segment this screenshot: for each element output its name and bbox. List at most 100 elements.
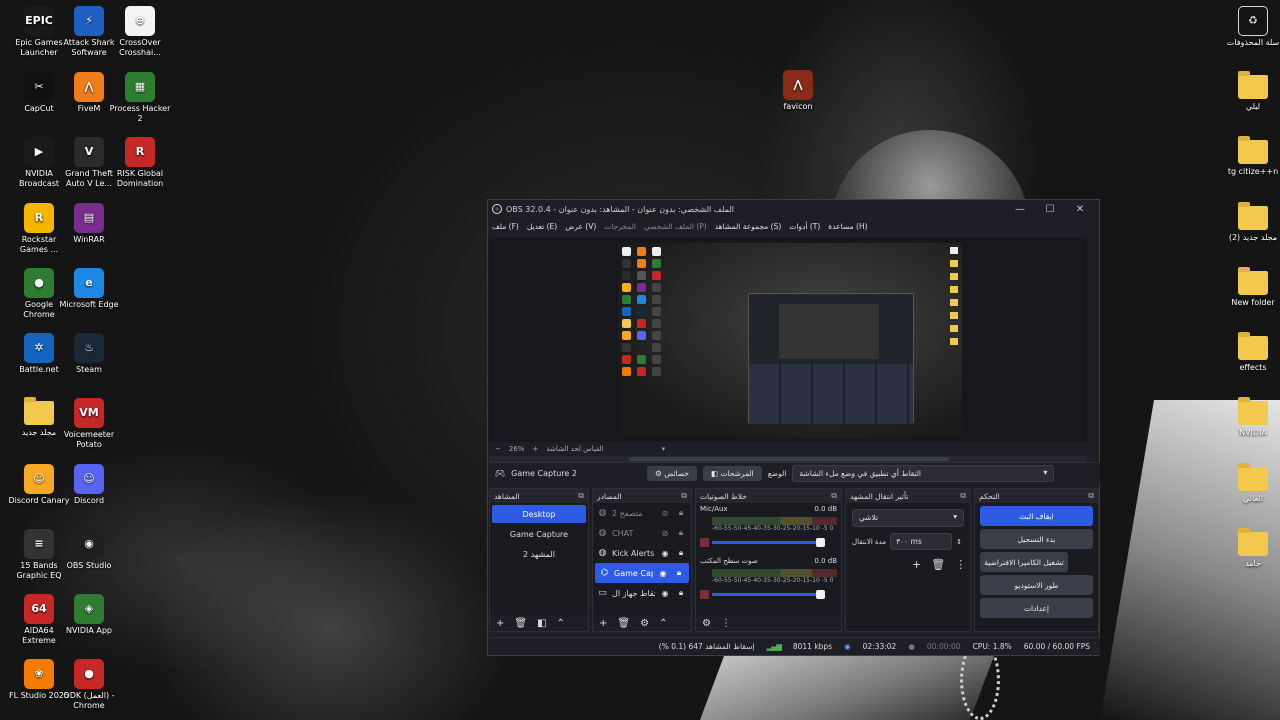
source-item[interactable]: ◍ متصفح 2 ⊘ 🔒︎	[593, 503, 691, 523]
zoom-dropdown-icon[interactable]: ▾	[662, 445, 666, 453]
desktop-icon[interactable]: ☺ Discord	[58, 464, 120, 506]
remove-source-button[interactable]: 🗑︎	[617, 618, 630, 629]
desktop-icon[interactable]: ▦ Process Hacker 2	[109, 72, 171, 124]
duration-stepper[interactable]: ⇕	[956, 538, 962, 546]
source-item[interactable]: ▭ التقاط جهاز ال ◉ 🔒︎	[593, 583, 691, 603]
duration-input[interactable]: ٣٠٠ ms	[890, 533, 953, 550]
eye-off-icon[interactable]: ⊘	[659, 529, 671, 538]
add-scene-button[interactable]: +	[496, 618, 504, 629]
lock-icon[interactable]: 🔒︎	[675, 588, 687, 598]
control-button[interactable]: إعدادات	[980, 598, 1093, 618]
mute-toggle[interactable]	[700, 589, 709, 599]
desktop-icon[interactable]: e Microsoft Edge	[58, 268, 120, 310]
desktop-icon-favicon[interactable]: ⋀ favicon	[767, 70, 829, 112]
menu-item[interactable]: تعديل (E)	[527, 222, 557, 231]
gamepad-icon: ⌬	[600, 568, 609, 578]
lock-icon[interactable]: 🔒︎	[675, 528, 687, 538]
menu-item[interactable]: الملف الشخصي (P)	[644, 222, 707, 231]
mixer-more-button[interactable]: ⋮	[721, 618, 731, 629]
dock-menu-icon[interactable]: ⧉	[578, 491, 584, 501]
mode-select[interactable]: التقاط أي تطبيق في وضع ملء الشاشة	[792, 465, 1055, 482]
desktop-icon-label: سلة المحذوفات	[1226, 38, 1280, 47]
desktop-icon[interactable]: ◈ NVIDIA App	[58, 594, 120, 636]
source-item[interactable]: ◍ CHAT ⊘ 🔒︎	[593, 523, 691, 543]
advanced-audio-button[interactable]: ⚙	[702, 618, 711, 629]
recycle-bin-icon: ♻	[1238, 6, 1268, 36]
eye-icon[interactable]: ◉	[657, 569, 669, 578]
desktop-icon[interactable]: جامد	[1222, 528, 1280, 569]
eye-icon[interactable]: ◉	[659, 589, 671, 598]
desktop-icon[interactable]: ▤ WinRAR	[58, 203, 120, 245]
desktop-icon[interactable]: R RISK Global Domination	[109, 137, 171, 189]
desktop-icon[interactable]: (2) مجلد جديد	[1222, 202, 1280, 243]
volume-slider[interactable]	[712, 589, 825, 599]
add-transition-button[interactable]: +	[912, 558, 921, 571]
zoom-fit-label[interactable]: القياس لحد الشاشة	[546, 445, 603, 453]
source-item[interactable]: ◍ Kick Alerts ◉ 🔒︎	[593, 543, 691, 563]
folder-icon	[1238, 397, 1268, 425]
preview-canvas[interactable]	[489, 237, 1087, 442]
properties-button[interactable]: ⚙ خصائص	[647, 466, 697, 481]
control-button[interactable]: طور الاستوديو	[980, 575, 1093, 595]
menu-item[interactable]: المخرجات	[604, 222, 636, 231]
preview-vertical-scrollbar[interactable]	[1089, 237, 1099, 457]
desktop-icon[interactable]: ♻ سلة المحذوفات	[1222, 6, 1280, 48]
control-button[interactable]: بدء التسجيل	[980, 529, 1093, 549]
lock-icon[interactable]: 🔒︎	[673, 568, 685, 578]
mute-toggle[interactable]	[700, 537, 709, 547]
transition-more-button[interactable]: ⋮	[955, 558, 966, 571]
desktop-icon[interactable]: effects	[1222, 332, 1280, 373]
desktop-icon[interactable]: ⊕ CrossOver Crosshai...	[109, 6, 171, 58]
desktop-icon[interactable]: tg citize++n	[1222, 136, 1280, 177]
zoom-in-button[interactable]: +	[532, 445, 538, 453]
desktop-icon[interactable]: ليلي	[1222, 71, 1280, 112]
desktop-icon-label: effects	[1239, 363, 1267, 372]
dock-menu-icon[interactable]: ⧉	[960, 491, 966, 501]
remove-scene-button[interactable]: 🗑︎	[514, 618, 527, 629]
add-source-button[interactable]: +	[599, 618, 607, 629]
source-name: Game Cap	[614, 568, 653, 578]
maximize-button[interactable]: ☐	[1035, 204, 1065, 215]
scene-item[interactable]: المشهد 2	[492, 545, 586, 563]
desktop-icon[interactable]: VM Voicemeeter Potato	[58, 398, 120, 450]
scene-filters-button[interactable]: ◧	[537, 618, 546, 629]
battlenet-icon: ✲	[24, 333, 54, 363]
move-up-button[interactable]: ⌃	[557, 618, 565, 629]
desktop-icon[interactable]: ◉ OBS Studio	[58, 529, 120, 571]
dock-menu-icon[interactable]: ⧉	[681, 491, 687, 501]
source-properties-button[interactable]: ⚙	[640, 618, 649, 629]
control-button[interactable]: ايقاف البث	[980, 506, 1093, 526]
menu-item[interactable]: ملف (F)	[492, 222, 519, 231]
source-name: CHAT	[612, 528, 634, 538]
scene-item[interactable]: Game Capture	[492, 525, 586, 543]
preview-desktop-icons	[622, 247, 664, 376]
move-up-button[interactable]: ⌃	[659, 618, 667, 629]
menu-item[interactable]: مجموعة المشاهد (S)	[715, 222, 782, 231]
signal-icon: ▂▄▆	[766, 642, 782, 651]
transition-select[interactable]: تلاشي	[852, 509, 964, 527]
eye-off-icon[interactable]: ⊘	[659, 509, 671, 518]
menu-item[interactable]: عرض (V)	[565, 222, 596, 231]
close-button[interactable]: ✕	[1065, 204, 1095, 215]
desktop-icon[interactable]: New folder	[1222, 267, 1280, 308]
zoom-out-button[interactable]: −	[495, 445, 501, 453]
desktop-icon[interactable]: ● ODK (العمل) - Chrome	[58, 659, 120, 711]
menu-item[interactable]: أدوات (T)	[789, 222, 820, 231]
scene-item[interactable]: Desktop	[492, 505, 586, 523]
dock-menu-icon[interactable]: ⧉	[831, 491, 837, 501]
dock-menu-icon[interactable]: ⧉	[1088, 491, 1094, 501]
menu-item[interactable]: مساعدة (H)	[828, 222, 867, 231]
volume-slider[interactable]	[712, 537, 825, 547]
source-item[interactable]: ⌬ Game Cap ◉ 🔒︎	[595, 563, 689, 583]
lock-icon[interactable]: 🔒︎	[675, 508, 687, 518]
desktop-icon[interactable]: NVIDIA	[1222, 397, 1280, 438]
eye-icon[interactable]: ◉	[659, 549, 671, 558]
desktop-icon-label: Discord	[73, 496, 105, 505]
filters-button[interactable]: ◧ المرشحات	[702, 466, 762, 481]
control-button[interactable]: تشغيل الكاميرا الافتراضية	[980, 552, 1068, 572]
minimize-button[interactable]: —	[1005, 204, 1035, 215]
remove-transition-button[interactable]: 🗑︎	[931, 558, 945, 571]
lock-icon[interactable]: 🔒︎	[675, 548, 687, 558]
desktop-icon[interactable]: العالي	[1222, 463, 1280, 504]
desktop-icon[interactable]: ♨ Steam	[58, 333, 120, 375]
